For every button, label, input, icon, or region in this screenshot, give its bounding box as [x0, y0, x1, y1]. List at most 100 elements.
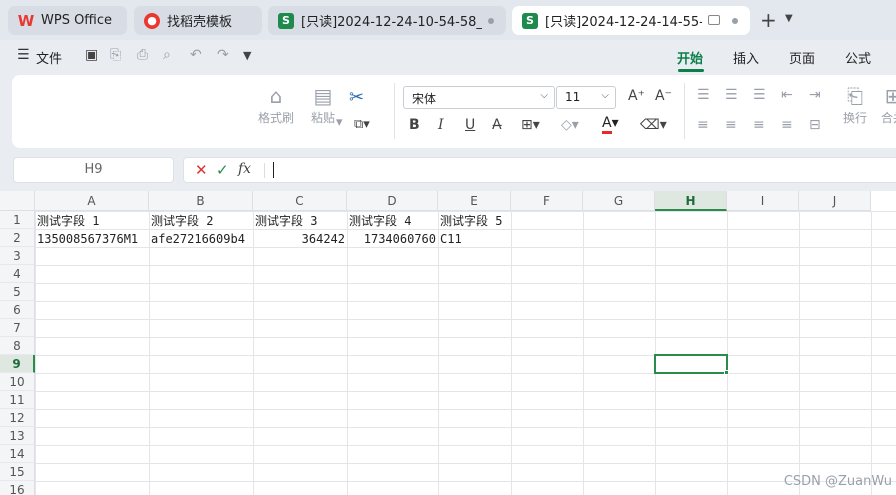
- row-header-13[interactable]: 13: [0, 427, 35, 445]
- file-menu[interactable]: 文件: [36, 48, 62, 67]
- align-left-icon[interactable]: ≡: [697, 117, 709, 133]
- justify-icon[interactable]: ≡: [781, 117, 793, 133]
- underline-icon[interactable]: U: [465, 117, 475, 133]
- cell-c1[interactable]: 测试字段 3: [253, 212, 347, 230]
- column-header-c[interactable]: C: [253, 191, 347, 211]
- align-middle-icon[interactable]: ☰: [725, 87, 738, 103]
- bold-icon[interactable]: B: [409, 117, 420, 133]
- merge-label: 合并: [880, 111, 896, 125]
- tab-sheet-2[interactable]: S [只读]2024-12-24-14-55-59_: [512, 6, 750, 35]
- cell-d1[interactable]: 测试字段 4: [347, 212, 438, 230]
- spreadsheet-grid[interactable]: A B C D E F G H I J 1 2 3 4 5 6 7 8 9 10 11 12 13 14 15 16 测试字段 1测…: [0, 191, 896, 495]
- row-header-7[interactable]: 7: [0, 319, 35, 337]
- fill-color-icon[interactable]: ◇▾: [561, 117, 579, 133]
- clear-format-icon[interactable]: ⌫▾: [640, 117, 667, 133]
- font-name-select[interactable]: 宋体 ⌵: [403, 86, 555, 109]
- save-icon[interactable]: ▣: [85, 47, 98, 63]
- menu-hamburger-icon[interactable]: ☰: [17, 47, 30, 63]
- font-color-icon[interactable]: A▾: [602, 115, 619, 134]
- font-size-select[interactable]: 11 ⌵: [556, 86, 616, 109]
- ribbon-tab-home[interactable]: 开始: [677, 48, 703, 67]
- cancel-icon[interactable]: ✕: [195, 161, 208, 179]
- select-all-corner[interactable]: [0, 191, 35, 211]
- wrap-text-button[interactable]: ⎗ 换行: [840, 83, 870, 126]
- format-painter-button[interactable]: ⌂ 格式刷: [256, 83, 296, 126]
- row-header-10[interactable]: 10: [0, 373, 35, 391]
- decrease-font-icon[interactable]: A⁻: [655, 88, 672, 104]
- column-header-b[interactable]: B: [149, 191, 253, 211]
- row-header-6[interactable]: 6: [0, 301, 35, 319]
- align-center-icon[interactable]: ≡: [725, 117, 737, 133]
- increase-font-icon[interactable]: A⁺: [628, 88, 645, 104]
- row-header-4[interactable]: 4: [0, 265, 35, 283]
- tab-docer[interactable]: ● 找稻壳模板: [134, 6, 262, 35]
- ribbon-panel: ⌂ 格式刷 ▤ 粘贴 ▾ ✂ ⧉▾ 宋体 ⌵ 11 ⌵ A⁺ A⁻ B I U …: [12, 75, 896, 148]
- cell-a1[interactable]: 测试字段 1: [35, 212, 149, 230]
- cell-b1[interactable]: 测试字段 2: [149, 212, 253, 230]
- chevron-down-icon[interactable]: ▼: [785, 13, 793, 24]
- row-header-16[interactable]: 16: [0, 481, 35, 495]
- ribbon-tab-page[interactable]: 页面: [789, 48, 815, 67]
- redo-icon[interactable]: ↷: [217, 47, 229, 63]
- column-header-i[interactable]: I: [727, 191, 799, 211]
- decrease-indent-icon[interactable]: ⇤: [781, 87, 793, 103]
- copy-icon[interactable]: ⧉▾: [354, 117, 370, 132]
- grid-vline: [727, 211, 728, 495]
- align-right-icon[interactable]: ≡: [753, 117, 765, 133]
- distributed-icon[interactable]: ⊟: [809, 117, 821, 133]
- fill-handle[interactable]: [724, 370, 729, 375]
- cut-icon[interactable]: ✂: [349, 87, 364, 108]
- cell-e2[interactable]: C11: [438, 230, 511, 248]
- function-icon[interactable]: fx: [238, 161, 251, 177]
- export-icon[interactable]: ⎘: [110, 47, 121, 63]
- grid-hline: [35, 283, 896, 284]
- row-header-8[interactable]: 8: [0, 337, 35, 355]
- italic-icon[interactable]: I: [438, 117, 444, 133]
- print-preview-icon[interactable]: ⌕: [163, 47, 171, 63]
- column-header-e[interactable]: E: [438, 191, 511, 211]
- column-header-d[interactable]: D: [347, 191, 438, 211]
- increase-indent-icon[interactable]: ⇥: [809, 87, 821, 103]
- align-top-icon[interactable]: ☰: [697, 87, 710, 103]
- cell-c2[interactable]: 364242: [253, 230, 347, 248]
- font-name-value: 宋体: [412, 92, 437, 106]
- row-header-14[interactable]: 14: [0, 445, 35, 463]
- paste-chevron-icon[interactable]: ▾: [336, 115, 343, 130]
- strikethrough-icon[interactable]: A̶: [492, 117, 502, 133]
- cell-e1[interactable]: 测试字段 5: [438, 212, 511, 230]
- tab-wps-office[interactable]: W WPS Office: [8, 6, 127, 35]
- row-header-5[interactable]: 5: [0, 283, 35, 301]
- ribbon-tab-insert[interactable]: 插入: [733, 48, 759, 67]
- new-tab-plus-icon[interactable]: +: [760, 10, 777, 30]
- cell-d2[interactable]: 1734060760: [347, 230, 438, 248]
- row-header-15[interactable]: 15: [0, 463, 35, 481]
- align-bottom-icon[interactable]: ☰: [753, 87, 766, 103]
- column-header-a[interactable]: A: [35, 191, 149, 211]
- row-header-11[interactable]: 11: [0, 391, 35, 409]
- undo-icon[interactable]: ↶: [190, 47, 202, 63]
- column-header-j[interactable]: J: [799, 191, 871, 211]
- monitor-icon[interactable]: [708, 15, 720, 25]
- tab-sheet-1[interactable]: S [只读]2024-12-24-10-54-58_EXP: [268, 6, 506, 35]
- quick-access-chevron-icon[interactable]: ▼: [243, 49, 251, 62]
- column-header-f[interactable]: F: [511, 191, 583, 211]
- ribbon-tab-formula[interactable]: 公式: [845, 48, 871, 67]
- row-header-12[interactable]: 12: [0, 409, 35, 427]
- cell-a2[interactable]: 135008567376M1: [35, 230, 149, 248]
- unsaved-dot-icon: [732, 18, 738, 24]
- row-header-3[interactable]: 3: [0, 247, 35, 265]
- formula-bar[interactable]: ✕ ✓ fx: [183, 157, 896, 183]
- row-header-1[interactable]: 1: [0, 211, 35, 229]
- border-icon[interactable]: ⊞▾: [521, 117, 540, 133]
- merge-button[interactable]: ⊞ 合并: [878, 83, 896, 126]
- name-box[interactable]: H9: [13, 157, 174, 183]
- column-header-g[interactable]: G: [583, 191, 655, 211]
- row-header-9[interactable]: 9: [0, 355, 35, 373]
- print-icon[interactable]: ⎙: [137, 47, 148, 63]
- selected-cell-outline[interactable]: [654, 354, 728, 374]
- column-header-h[interactable]: H: [655, 191, 727, 211]
- wps-logo-icon: W: [17, 11, 35, 30]
- cell-b2[interactable]: afe27216609b4: [149, 230, 253, 248]
- row-header-2[interactable]: 2: [0, 229, 35, 247]
- confirm-icon[interactable]: ✓: [216, 161, 229, 179]
